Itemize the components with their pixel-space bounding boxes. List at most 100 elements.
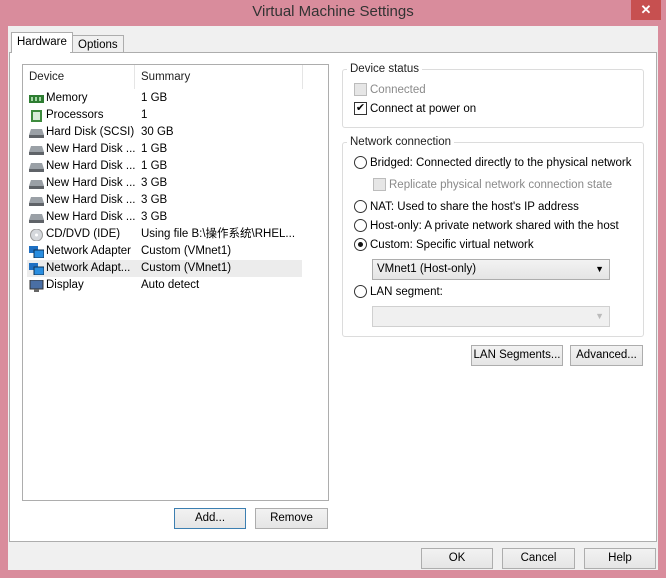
power-on-label: Connect at power on — [370, 102, 477, 115]
device-cell: New Hard Disk ... — [29, 141, 135, 158]
summary-cell: 30 GB — [141, 126, 174, 138]
device-list[interactable]: Device Summary Memory 1 GB Processors 1 Hard… — [22, 64, 329, 501]
radio-icon — [354, 200, 367, 213]
custom-radio[interactable]: Custom: Specific virtual network — [354, 238, 534, 251]
hard-disk-icon — [29, 178, 44, 190]
device-cell: New Hard Disk ... — [29, 158, 135, 175]
device-status-legend: Device status — [350, 63, 420, 75]
connected-label: Connected — [370, 83, 426, 96]
radio-selected-icon — [354, 238, 367, 251]
checkbox-icon — [354, 83, 367, 96]
checkmark-icon: ✔ — [354, 102, 367, 115]
summary-cell: Auto detect — [141, 279, 200, 291]
table-row[interactable]: New Hard Disk ... 3 GB — [27, 175, 302, 192]
host-only-label: Host-only: A private network shared with… — [370, 219, 619, 232]
custom-network-select[interactable]: VMnet1 (Host-only) ▼ — [372, 259, 610, 280]
device-name: Network Adapt... — [46, 262, 131, 274]
device-name: New Hard Disk ... — [46, 194, 136, 206]
table-row[interactable]: Network Adapt... Custom (VMnet1) — [27, 260, 302, 277]
device-name: Hard Disk (SCSI) — [46, 126, 135, 138]
column-summary[interactable]: Summary — [135, 65, 303, 89]
custom-network-value: VMnet1 (Host-only) — [377, 263, 477, 275]
summary-cell: 3 GB — [141, 211, 168, 223]
processor-icon — [29, 109, 44, 122]
network-adapter-icon — [29, 262, 44, 275]
remove-button[interactable]: Remove — [255, 508, 328, 529]
bridged-radio[interactable]: Bridged: Connected directly to the physi… — [354, 156, 631, 169]
advanced-button[interactable]: Advanced... — [570, 345, 643, 366]
cd-dvd-icon — [29, 228, 44, 241]
table-row[interactable]: New Hard Disk ... 1 GB — [27, 158, 302, 175]
ok-button[interactable]: OK — [421, 548, 493, 569]
memory-icon — [29, 93, 44, 105]
radio-icon — [354, 156, 367, 169]
summary-cell: Custom (VMnet1) — [141, 245, 232, 257]
summary-cell: 1 — [141, 109, 148, 121]
column-device[interactable]: Device — [23, 65, 135, 89]
nat-label: NAT: Used to share the host's IP address — [370, 200, 579, 213]
device-cell: New Hard Disk ... — [29, 209, 135, 226]
tab-hardware[interactable]: Hardware — [11, 32, 73, 53]
table-row[interactable]: New Hard Disk ... 1 GB — [27, 141, 302, 158]
device-name: Processors — [46, 109, 104, 121]
cancel-button[interactable]: Cancel — [502, 548, 575, 569]
device-name: Display — [46, 279, 84, 291]
lan-segment-label: LAN segment: — [370, 285, 443, 298]
replicate-label: Replicate physical network connection st… — [389, 178, 613, 191]
table-row[interactable]: New Hard Disk ... 3 GB — [27, 209, 302, 226]
hard-disk-icon — [29, 144, 44, 156]
summary-cell: Custom (VMnet1) — [141, 262, 232, 274]
add-button[interactable]: Add... — [174, 508, 246, 529]
checkbox-icon — [373, 178, 386, 191]
device-cell: Hard Disk (SCSI) — [29, 124, 134, 141]
help-button[interactable]: Help — [584, 548, 656, 569]
connected-checkbox[interactable]: Connected — [354, 83, 426, 96]
close-button[interactable]: ✕ — [631, 0, 661, 20]
device-name: New Hard Disk ... — [46, 160, 136, 172]
device-cell: Memory — [29, 90, 88, 107]
table-row[interactable]: Hard Disk (SCSI) 30 GB — [27, 124, 302, 141]
host-only-radio[interactable]: Host-only: A private network shared with… — [354, 219, 619, 232]
summary-cell: 1 GB — [141, 92, 168, 104]
bridged-label: Bridged: Connected directly to the physi… — [370, 156, 632, 169]
summary-cell: 1 GB — [141, 143, 168, 155]
table-row[interactable]: New Hard Disk ... 3 GB — [27, 192, 302, 209]
device-cell: Processors — [29, 107, 104, 124]
device-cell: New Hard Disk ... — [29, 175, 135, 192]
network-legend: Network connection — [350, 136, 451, 148]
table-row[interactable]: Network Adapter Custom (VMnet1) — [27, 243, 302, 260]
device-name: Network Adapter — [46, 245, 132, 257]
device-name: New Hard Disk ... — [46, 177, 136, 189]
chevron-down-icon: ▼ — [595, 264, 604, 274]
hard-disk-icon — [29, 195, 44, 207]
replicate-checkbox[interactable]: Replicate physical network connection st… — [373, 178, 612, 191]
connect-power-on-checkbox[interactable]: ✔ Connect at power on — [354, 102, 476, 115]
window-title: Virtual Machine Settings — [252, 3, 414, 20]
hard-disk-icon — [29, 212, 44, 224]
device-cell: Display — [29, 277, 84, 294]
display-icon — [29, 279, 44, 292]
lan-segments-button[interactable]: LAN Segments... — [471, 345, 563, 366]
table-row[interactable]: CD/DVD (IDE) Using file B:\操作系统\RHEL... — [27, 226, 302, 243]
device-name: CD/DVD (IDE) — [46, 228, 121, 240]
custom-label: Custom: Specific virtual network — [370, 238, 534, 251]
summary-cell: Using file B:\操作系统\RHEL... — [141, 228, 296, 240]
radio-icon — [354, 219, 367, 232]
table-row[interactable]: Processors 1 — [27, 107, 302, 124]
summary-cell: 3 GB — [141, 177, 168, 189]
device-cell: Network Adapter — [29, 243, 131, 260]
device-name: New Hard Disk ... — [46, 143, 136, 155]
table-row[interactable]: Memory 1 GB — [27, 90, 302, 107]
nat-radio[interactable]: NAT: Used to share the host's IP address — [354, 200, 579, 213]
summary-cell: 1 GB — [141, 160, 168, 172]
hard-disk-icon — [29, 127, 44, 139]
lan-segment-radio[interactable]: LAN segment: — [354, 285, 443, 298]
network-adapter-icon — [29, 245, 44, 258]
device-name: New Hard Disk ... — [46, 211, 136, 223]
table-row[interactable]: Display Auto detect — [27, 277, 302, 294]
radio-icon — [354, 285, 367, 298]
hard-disk-icon — [29, 161, 44, 173]
lan-segment-select[interactable]: ▼ — [372, 306, 610, 327]
device-name: Memory — [46, 92, 88, 104]
device-cell: New Hard Disk ... — [29, 192, 135, 209]
